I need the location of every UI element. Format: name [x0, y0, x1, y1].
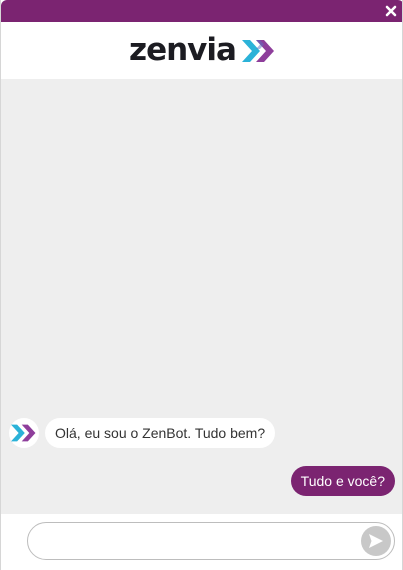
close-button[interactable]	[384, 4, 398, 18]
message-list[interactable]: Olá, eu sou o ZenBot. Tudo bem? Tudo e v…	[1, 79, 402, 514]
chat-widget: zenvia Olá, eu sou o ZenBot. Tudo bem? T…	[0, 0, 403, 570]
zenvia-logo: zenvia	[129, 35, 276, 66]
logo-text: zenvia	[129, 32, 237, 68]
bot-message-row: Olá, eu sou o ZenBot. Tudo bem?	[9, 418, 276, 448]
message-input-wrapper	[27, 522, 395, 560]
message-input[interactable]	[40, 523, 350, 559]
bot-avatar	[9, 418, 39, 448]
window-titlebar	[1, 0, 402, 22]
double-chevron-icon	[241, 39, 274, 62]
composer-bar	[1, 514, 402, 570]
send-button[interactable]	[361, 526, 391, 556]
chat-header: zenvia	[1, 22, 402, 79]
user-message-bubble: Tudo e você?	[290, 466, 395, 496]
send-arrow-icon	[369, 534, 383, 548]
close-icon	[385, 5, 397, 17]
bot-message-bubble: Olá, eu sou o ZenBot. Tudo bem?	[45, 418, 276, 448]
double-chevron-icon	[11, 424, 36, 442]
